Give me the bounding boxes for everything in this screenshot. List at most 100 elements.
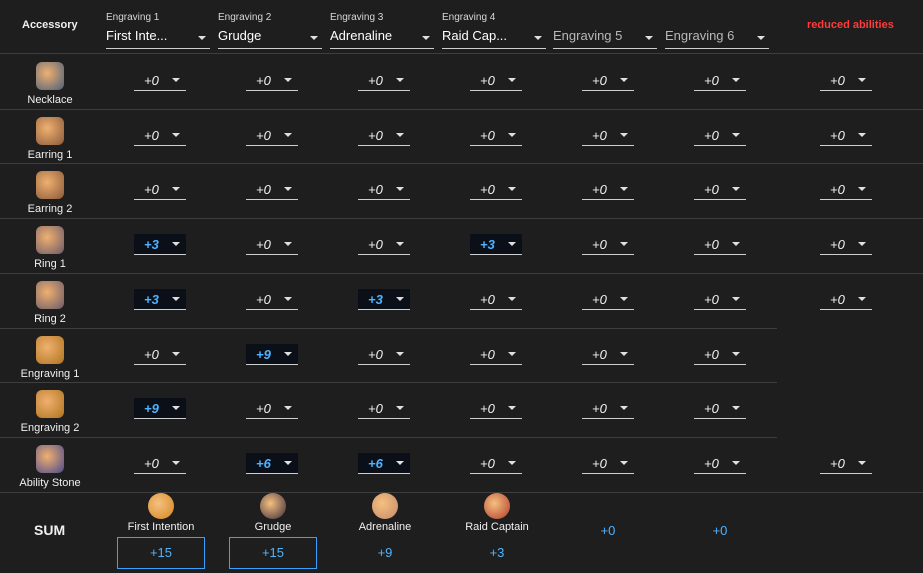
engraving-level-select[interactable]: +0 [358, 344, 410, 365]
engraving-level-select[interactable]: +3 [134, 288, 186, 310]
sum-engraving-name: Adrenaline [358, 521, 412, 533]
engraving-level-select[interactable]: +0 [470, 70, 522, 91]
engraving-level-select[interactable]: +3 [358, 288, 410, 310]
engraving-level-select[interactable]: +0 [134, 344, 186, 365]
row-divider [0, 108, 923, 110]
engraving-level-value: +0 [704, 455, 719, 471]
dropdown-arrow-icon [732, 351, 740, 356]
engraving-level-select[interactable]: +0 [358, 234, 410, 256]
ability-stone-icon [36, 444, 64, 473]
engraving-level-select[interactable]: +0 [134, 453, 186, 474]
engraving-6-select[interactable]: Engraving 6 [665, 26, 769, 49]
engraving-level-select[interactable]: +0 [358, 179, 410, 201]
engraving-1-select[interactable]: First Inte... [106, 26, 210, 49]
reduced-ability-select[interactable]: +0 [820, 70, 872, 91]
engraving-level-select[interactable]: +3 [470, 234, 522, 256]
reduced-ability-select[interactable]: +0 [820, 234, 872, 256]
dropdown-arrow-icon [284, 296, 292, 301]
engraving-level-select[interactable]: +0 [470, 125, 522, 146]
engraving-level-select[interactable]: +0 [470, 179, 522, 201]
engraving-level-value: +0 [592, 401, 607, 417]
engraving-level-select[interactable]: +0 [134, 70, 186, 91]
engraving-level-value: +0 [480, 455, 495, 471]
reduced-ability-select[interactable]: +0 [820, 289, 872, 310]
engraving-level-select[interactable]: +0 [694, 344, 746, 365]
dropdown-arrow-icon [172, 296, 180, 301]
row-divider [0, 163, 923, 165]
engraving-level-select[interactable]: +0 [246, 70, 298, 91]
engraving-level-select[interactable]: +0 [582, 344, 634, 365]
engraving-level-select[interactable]: +0 [470, 344, 522, 365]
dropdown-arrow-icon [858, 242, 866, 247]
engraving-level-value: +0 [704, 346, 719, 362]
engraving-level-select[interactable]: +9 [246, 343, 298, 365]
engraving-level-select[interactable]: +0 [694, 179, 746, 201]
engraving-level-select[interactable]: +0 [694, 453, 746, 474]
dropdown-arrow-icon [508, 460, 516, 465]
sum-engraving-name: First Intention [127, 521, 195, 533]
reduced-ability-select[interactable]: +0 [820, 125, 872, 146]
necklace-icon [36, 62, 64, 90]
engraving-level-select[interactable]: +0 [694, 234, 746, 256]
engraving-level-select[interactable]: +0 [582, 453, 634, 474]
engraving-level-select[interactable]: +0 [694, 70, 746, 91]
engraving-2-select[interactable]: Grudge [218, 26, 322, 49]
engraving-level-select[interactable]: +0 [246, 234, 298, 256]
dropdown-arrow-icon [172, 132, 180, 137]
engraving-level-select[interactable]: +0 [246, 289, 298, 310]
engraving-3-select[interactable]: Adrenaline [330, 26, 434, 49]
engraving-level-select[interactable]: +0 [582, 70, 634, 91]
engraving-level-value: +0 [368, 401, 383, 417]
engraving-level-select[interactable]: +0 [470, 453, 522, 474]
dropdown-arrow-icon [422, 36, 430, 40]
dropdown-arrow-icon [757, 36, 765, 40]
engraving-level-select[interactable]: +0 [358, 70, 410, 91]
header-divider [0, 53, 923, 54]
engraving-level-value: +0 [368, 182, 383, 198]
engraving-level-select[interactable]: +6 [246, 452, 298, 474]
dropdown-arrow-icon [508, 351, 516, 356]
reduced-ability-select[interactable]: +0 [820, 453, 872, 474]
dropdown-arrow-icon [284, 132, 292, 137]
engraving-level-value: +0 [592, 346, 607, 362]
engraving-level-select[interactable]: +0 [246, 125, 298, 146]
engraving-level-select[interactable]: +0 [470, 398, 522, 420]
engraving-level-select[interactable]: +0 [694, 289, 746, 310]
accessory-name: Necklace [27, 94, 73, 106]
engraving-level-select[interactable]: +0 [582, 289, 634, 310]
engraving-level-value: +0 [480, 127, 495, 143]
engraving-level-select[interactable]: +0 [358, 125, 410, 146]
reduced-ability-value: +0 [830, 73, 845, 88]
engraving-level-select[interactable]: +9 [134, 398, 186, 420]
dropdown-arrow-icon [172, 78, 180, 82]
dropdown-arrow-icon [620, 78, 628, 82]
engraving-level-select[interactable]: +0 [582, 179, 634, 201]
engraving-level-select[interactable]: +0 [134, 179, 186, 201]
engraving-4-select[interactable]: Raid Cap... [442, 26, 546, 49]
engraving-level-value: +0 [368, 237, 383, 253]
engraving-level-select[interactable]: +6 [358, 452, 410, 474]
reduced-ability-value: +0 [830, 182, 845, 198]
engraving-level-select[interactable]: +0 [694, 125, 746, 146]
accessory-name: Engraving 2 [20, 422, 80, 435]
reduced-ability-select[interactable]: +0 [820, 179, 872, 201]
adrenaline-icon [372, 493, 398, 519]
engraving-5-select[interactable]: Engraving 5 [553, 26, 657, 49]
engraving-level-select[interactable]: +0 [582, 398, 634, 420]
engraving-level-select[interactable]: +0 [246, 398, 298, 420]
accessory-name: Earring 1 [27, 148, 73, 161]
engraving-level-value: +0 [144, 346, 159, 362]
sum-value: +0 [712, 523, 728, 538]
engraving-level-select[interactable]: +0 [358, 398, 410, 420]
engraving-level-value: +0 [256, 401, 271, 417]
engraving-level-select[interactable]: +0 [470, 289, 522, 310]
engraving-level-select[interactable]: +0 [694, 398, 746, 420]
engraving-level-select[interactable]: +0 [246, 179, 298, 201]
engraving-level-value: +0 [704, 237, 719, 253]
engraving-level-select[interactable]: +3 [134, 234, 186, 256]
sum-value: +15 [229, 537, 317, 569]
engraving-level-select[interactable]: +0 [582, 234, 634, 256]
engraving-level-select[interactable]: +0 [134, 125, 186, 146]
engraving-level-value: +0 [480, 346, 495, 362]
engraving-level-select[interactable]: +0 [582, 125, 634, 146]
